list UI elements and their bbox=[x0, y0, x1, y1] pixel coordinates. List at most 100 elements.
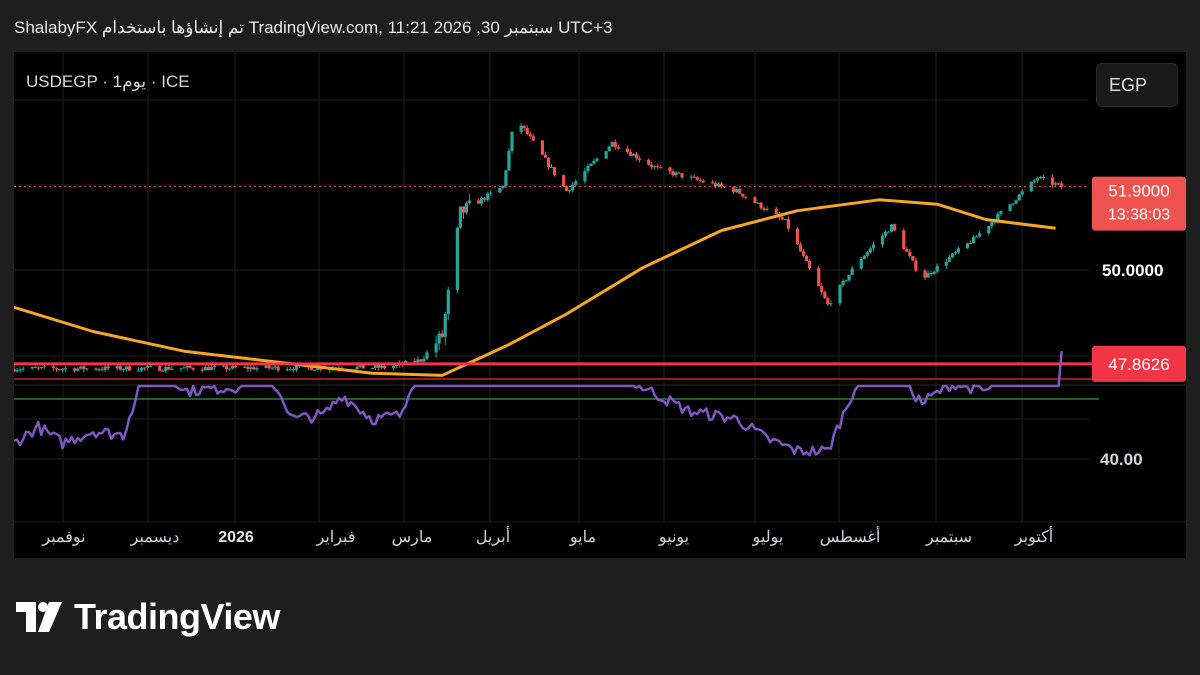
candle-body bbox=[1020, 191, 1024, 195]
candle-body bbox=[142, 367, 147, 369]
candle-body bbox=[209, 367, 213, 371]
candle-body bbox=[562, 175, 566, 187]
candle-body bbox=[783, 219, 787, 221]
time-axis-label: مارس bbox=[392, 529, 433, 546]
symbol-info[interactable]: USDEGP · 1يوم · ICE bbox=[26, 72, 190, 92]
countdown-label: 13:38:03 bbox=[1108, 207, 1170, 224]
time-axis-label: مايو bbox=[569, 529, 596, 546]
candle-body bbox=[902, 230, 906, 250]
candle-body bbox=[826, 298, 830, 305]
candle-body bbox=[972, 236, 976, 244]
candle-body bbox=[674, 172, 678, 176]
candle-body bbox=[677, 172, 681, 174]
candle-body bbox=[182, 367, 186, 369]
candle-body bbox=[975, 236, 979, 238]
candle-body bbox=[206, 366, 210, 371]
candle-body bbox=[139, 367, 144, 371]
candle-body bbox=[607, 146, 611, 152]
candle-body bbox=[656, 166, 660, 168]
candle-body bbox=[823, 292, 827, 299]
candle-body bbox=[953, 252, 957, 254]
chart-panel[interactable]: نوفمبر ديسمبر 2026 فبراير مارس أبريل مايو يونيو… bbox=[14, 52, 1186, 558]
candle-body bbox=[625, 148, 630, 152]
candle-body bbox=[680, 173, 684, 178]
price-axis-label: 50.0000 bbox=[1102, 261, 1163, 280]
candle-body bbox=[926, 273, 930, 278]
candle-body bbox=[950, 253, 954, 258]
candle-body bbox=[732, 187, 736, 193]
candle-body bbox=[498, 187, 502, 193]
candle-body bbox=[15, 370, 19, 372]
candle-body bbox=[762, 208, 766, 210]
candle-body bbox=[60, 368, 65, 370]
candle-body bbox=[647, 159, 651, 165]
candle-body bbox=[868, 248, 872, 253]
candle-body bbox=[571, 184, 575, 191]
candle-body bbox=[51, 366, 56, 369]
candle-body bbox=[467, 200, 472, 204]
candle-body bbox=[592, 160, 596, 164]
tradingview-logo-text: TradingView bbox=[74, 596, 280, 637]
candle-body bbox=[528, 133, 532, 137]
candle-body bbox=[246, 366, 250, 369]
candle-body bbox=[847, 274, 851, 281]
candle-body bbox=[935, 265, 939, 272]
candle-body bbox=[738, 189, 742, 194]
candle-body bbox=[255, 367, 259, 370]
currency-button[interactable]: EGP bbox=[1096, 63, 1178, 107]
candle-body bbox=[978, 233, 982, 237]
candle-body bbox=[929, 273, 933, 275]
candle-body bbox=[179, 368, 183, 370]
candle-body bbox=[203, 366, 207, 371]
candle-body bbox=[1050, 177, 1055, 185]
candle-body bbox=[692, 176, 696, 178]
candle-body bbox=[628, 151, 633, 156]
current-price-label: 51.9000 bbox=[1108, 182, 1169, 201]
candle-body bbox=[765, 208, 769, 210]
candle-body bbox=[224, 365, 229, 370]
candle-body bbox=[355, 366, 359, 370]
candle-body bbox=[914, 260, 918, 271]
candle-body bbox=[741, 193, 745, 197]
candle-body bbox=[780, 217, 784, 220]
candle-body bbox=[713, 183, 718, 187]
time-axis-label: 2026 bbox=[218, 529, 254, 546]
time-axis-label: نوفمبر bbox=[41, 529, 85, 546]
candle-body bbox=[990, 222, 994, 227]
candle-body bbox=[437, 333, 441, 344]
candle-body bbox=[1014, 200, 1018, 204]
candle-body bbox=[510, 131, 514, 151]
candle-body bbox=[759, 202, 763, 209]
candle-body bbox=[883, 231, 888, 236]
candle-body bbox=[540, 140, 544, 155]
candle-body bbox=[82, 366, 86, 370]
candle-body bbox=[589, 163, 593, 167]
candle-body bbox=[33, 367, 37, 369]
candle-body bbox=[228, 368, 232, 370]
candle-body bbox=[862, 255, 866, 260]
candle-body bbox=[944, 261, 948, 266]
chart-canvas[interactable]: نوفمبر ديسمبر 2026 فبراير مارس أبريل مايو يونيو… bbox=[14, 52, 1186, 558]
candle-body bbox=[94, 368, 98, 370]
candle-body bbox=[267, 365, 271, 369]
candle-body bbox=[905, 249, 909, 252]
candle-body bbox=[483, 198, 487, 200]
candle-body bbox=[880, 235, 885, 245]
candle-body bbox=[124, 366, 128, 370]
candle-body bbox=[486, 193, 490, 200]
candle-body bbox=[574, 181, 578, 185]
candle-body bbox=[659, 167, 663, 169]
candle-body bbox=[234, 365, 238, 368]
candle-body bbox=[461, 206, 466, 213]
candle-body bbox=[455, 227, 459, 290]
candle-body bbox=[188, 366, 192, 368]
main-pane bbox=[14, 123, 1064, 377]
candle-body bbox=[191, 367, 195, 370]
candle-body bbox=[546, 157, 551, 167]
candle-body bbox=[637, 158, 642, 160]
candle-body bbox=[361, 364, 365, 369]
candle-body bbox=[200, 369, 204, 371]
candle-body bbox=[610, 141, 614, 147]
candle-body bbox=[243, 366, 247, 368]
candle-body bbox=[419, 359, 423, 362]
